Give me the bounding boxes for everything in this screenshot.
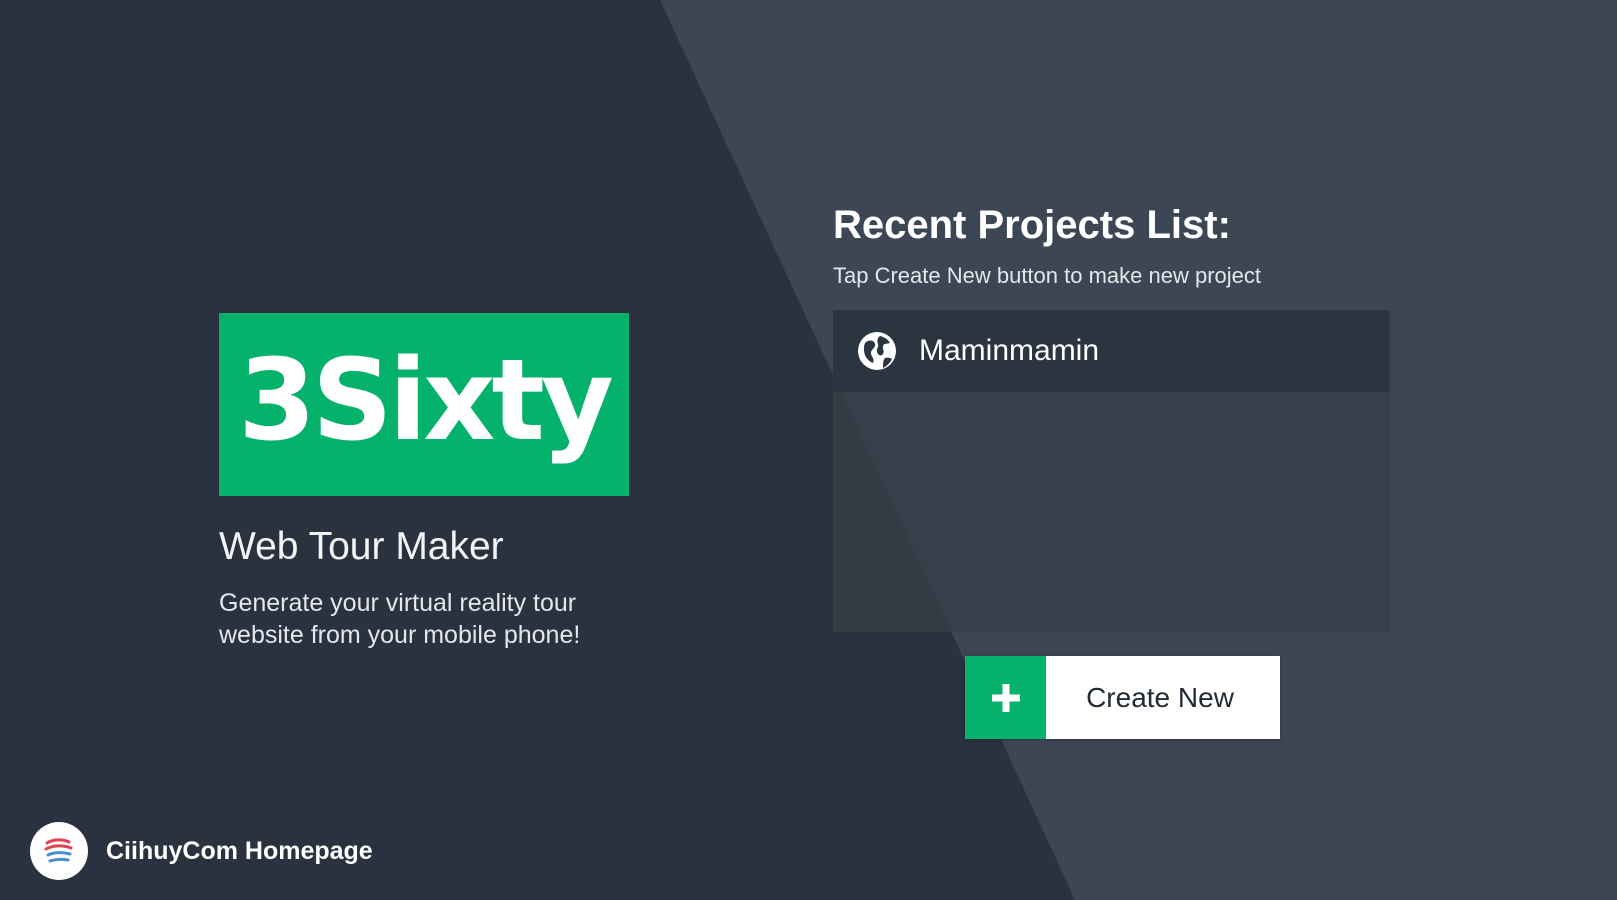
app-screen: 3Sixty Web Tour Maker Generate your virt…: [0, 0, 1617, 900]
project-name: Maminmamin: [919, 334, 1100, 367]
globe-icon: [855, 329, 899, 373]
create-new-label: Create New: [1086, 681, 1234, 713]
recent-projects-title: Recent Projects List:: [833, 203, 1231, 247]
recent-projects-hint: Tap Create New button to make new projec…: [833, 263, 1262, 288]
app-logo-text: 3Sixty: [238, 335, 614, 466]
project-item-maminmamin[interactable]: Maminmamin: [833, 310, 1389, 392]
plus-icon: [965, 656, 1046, 739]
recent-projects-list: Maminmamin: [833, 310, 1391, 632]
app-subtitle: Web Tour Maker: [219, 525, 504, 568]
ciihuycom-logo: [30, 822, 88, 880]
homepage-link-label: CiihuyCom Homepage: [106, 836, 373, 865]
app-logo: 3Sixty: [219, 313, 629, 496]
create-new-button[interactable]: Create New: [965, 656, 1280, 739]
homepage-link[interactable]: CiihuyCom Homepage: [30, 822, 373, 880]
app-description: Generate your virtual reality tour websi…: [219, 589, 581, 649]
